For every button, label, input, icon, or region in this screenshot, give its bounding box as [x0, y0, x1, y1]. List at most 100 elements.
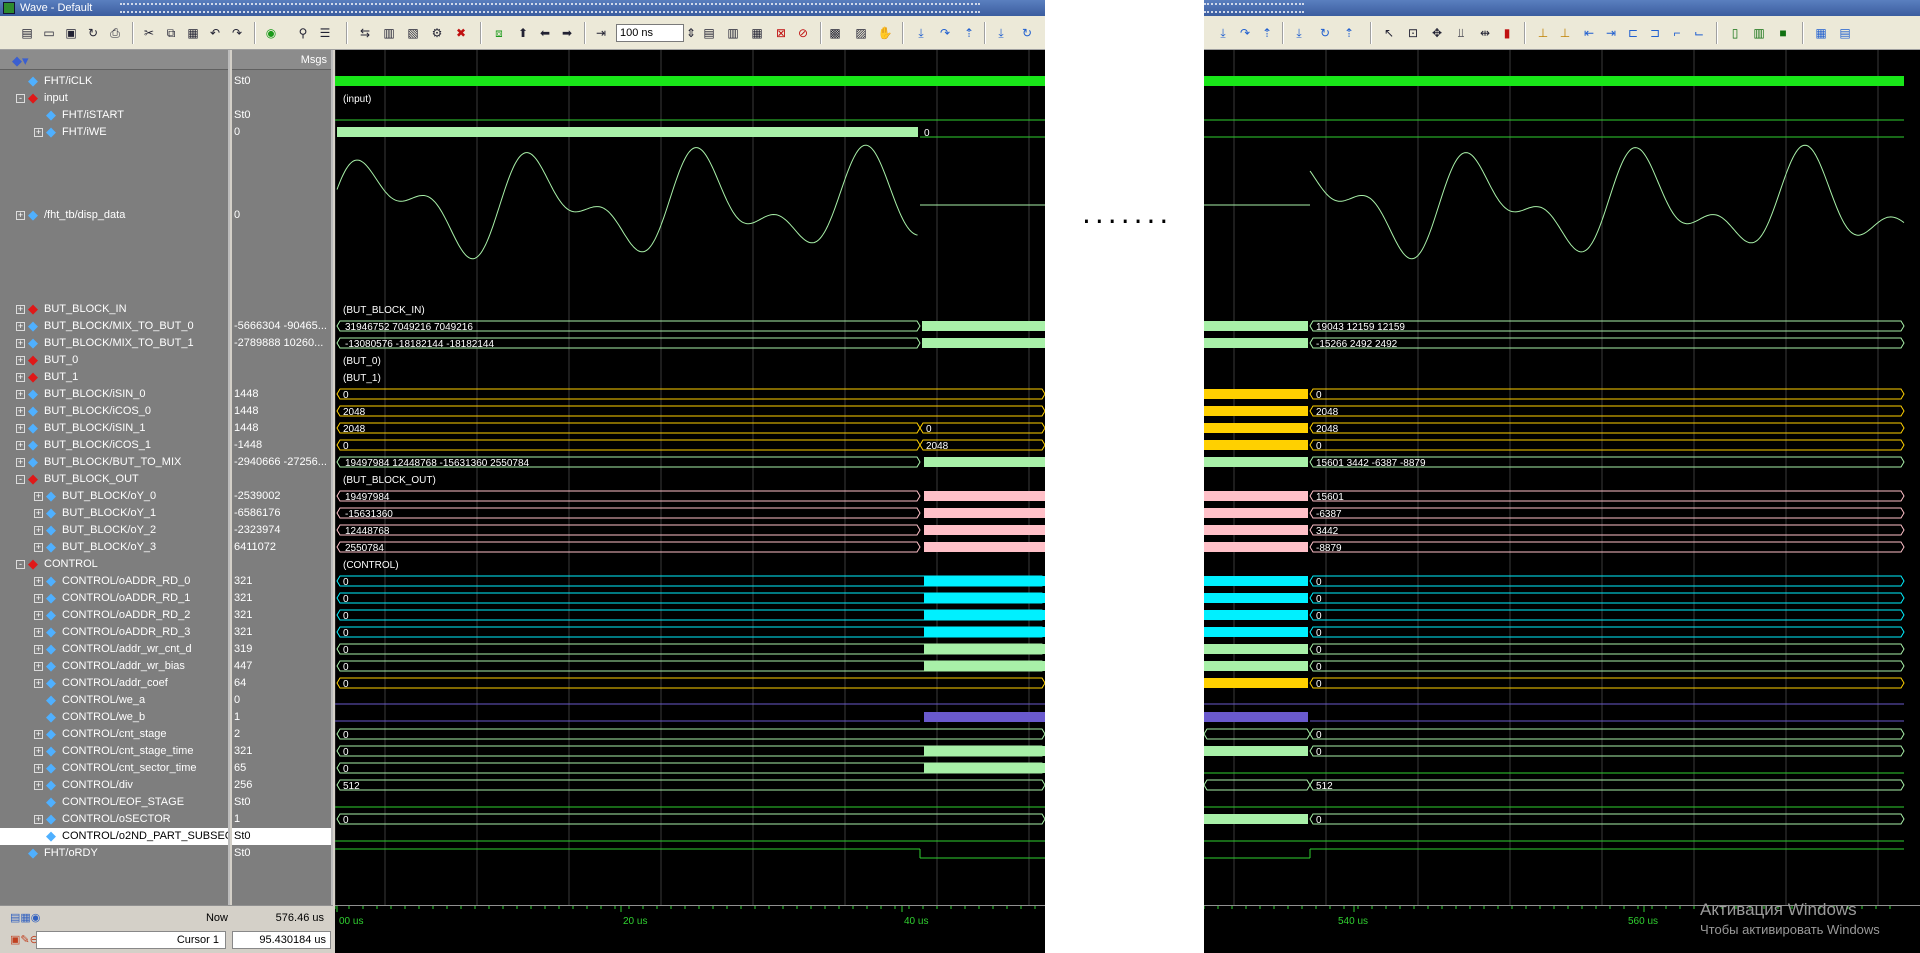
signal-value[interactable]: 321: [232, 607, 331, 624]
expand-icon[interactable]: +: [16, 441, 25, 450]
prev-edge-icon[interactable]: ⇤: [1580, 24, 1598, 42]
expand-icon[interactable]: +: [34, 543, 43, 552]
signal-row[interactable]: ◆ FHT/iSTART: [0, 107, 228, 124]
signal-row[interactable]: + ◆ CONTROL/cnt_stage: [0, 726, 228, 743]
expand-icon[interactable]: +: [34, 815, 43, 824]
signal-value[interactable]: [232, 556, 331, 573]
signal-value[interactable]: -2323974: [232, 522, 331, 539]
signal-value[interactable]: 321: [232, 573, 331, 590]
cursor-label[interactable]: Cursor 1: [36, 931, 226, 949]
coverage-icon[interactable]: ▨: [852, 24, 870, 42]
window-titlebar-right[interactable]: [1204, 0, 1920, 16]
expand-icon[interactable]: +: [16, 322, 25, 331]
expand-icon[interactable]: +: [34, 577, 43, 586]
collapse-icon[interactable]: -: [16, 94, 25, 103]
expand-icon[interactable]: +: [34, 730, 43, 739]
waveform-canvas-right[interactable]: 19043 12159 12159 -15266 2492 2492 0 2048 20…: [1204, 50, 1920, 905]
save-icon[interactable]: ▣: [62, 24, 80, 42]
signal-row[interactable]: - ◆ input: [0, 90, 228, 107]
signal-value[interactable]: 1448: [232, 420, 331, 437]
hand-icon[interactable]: ✋: [876, 24, 894, 42]
signal-row[interactable]: ◆ CONTROL/EOF_STAGE: [0, 794, 228, 811]
signal-row[interactable]: + ◆ CONTROL/cnt_stage_time: [0, 743, 228, 760]
find-prev-edge-icon[interactable]: ⊏: [1624, 24, 1642, 42]
expand-icon[interactable]: +: [34, 781, 43, 790]
signal-value[interactable]: 1: [232, 811, 331, 828]
signal-value[interactable]: 0: [232, 124, 331, 141]
signal-value[interactable]: -2539002: [232, 488, 331, 505]
signal-row[interactable]: + ◆ CONTROL/oADDR_RD_3: [0, 624, 228, 641]
zoom-mode-icon[interactable]: ⊡: [1404, 24, 1422, 42]
wave-menu-icon[interactable]: ◆▾: [12, 53, 29, 69]
signal-row[interactable]: + ◆ CONTROL/cnt_sector_time: [0, 760, 228, 777]
signal-value[interactable]: 321: [232, 743, 331, 760]
wave-view-split-icon[interactable]: ▥: [1750, 24, 1768, 42]
signal-row[interactable]: + ◆ BUT_BLOCK/oY_0: [0, 488, 228, 505]
signal-row[interactable]: ◆ FHT/iCLK: [0, 73, 228, 90]
grid-icon[interactable]: ▦: [1812, 24, 1830, 42]
signal-row[interactable]: - ◆ BUT_BLOCK_OUT: [0, 471, 228, 488]
signal-value[interactable]: -5666304 -90465...: [232, 318, 331, 335]
wave-view-icon[interactable]: ▯: [1726, 24, 1744, 42]
paste-icon[interactable]: ▦: [184, 24, 202, 42]
signal-row[interactable]: ◆ CONTROL/we_a: [0, 692, 228, 709]
profile-icon[interactable]: ▩: [826, 24, 844, 42]
signal-value[interactable]: [232, 301, 331, 318]
signal-value[interactable]: [232, 90, 331, 107]
signal-row[interactable]: + ◆ /fht_tb/disp_data: [0, 207, 228, 224]
signal-value[interactable]: 321: [232, 624, 331, 641]
signal-value[interactable]: St0: [232, 794, 331, 811]
waveform-canvas-left[interactable]: (input) 0 (BUT_BLOCK_IN) 31946752 7049216 7…: [335, 50, 1045, 905]
rising-edge-icon[interactable]: ⌙: [1690, 24, 1708, 42]
redo-icon[interactable]: ↷: [228, 24, 246, 42]
signal-value[interactable]: 6411072: [232, 539, 331, 556]
signal-row[interactable]: + ◆ BUT_1: [0, 369, 228, 386]
step-into-dropdown-icon[interactable]: ⤓: [1290, 24, 1308, 42]
continue-icon[interactable]: ▥: [724, 24, 742, 42]
signal-row[interactable]: + ◆ BUT_BLOCK/iSIN_1: [0, 420, 228, 437]
spinner-icon[interactable]: ⇕: [686, 24, 696, 42]
expand-icon[interactable]: +: [34, 679, 43, 688]
signal-value[interactable]: 1: [232, 709, 331, 726]
expand-icon[interactable]: +: [16, 407, 25, 416]
signal-value[interactable]: -1448: [232, 437, 331, 454]
signal-value[interactable]: St0: [232, 845, 331, 862]
cursor-icons[interactable]: ▣✎⊖: [10, 930, 39, 950]
step-over-icon[interactable]: ↷: [1236, 24, 1254, 42]
step-out-dropdown-icon[interactable]: ⇡: [1340, 24, 1358, 42]
stop-icon[interactable]: ⊘: [794, 24, 812, 42]
signal-value[interactable]: -2940666 -27256...: [232, 454, 331, 471]
arrow-left-icon[interactable]: ⬅: [536, 24, 554, 42]
compare-icon[interactable]: ⇆: [356, 24, 374, 42]
signal-row[interactable]: + ◆ BUT_BLOCK/iCOS_0: [0, 403, 228, 420]
waveform-pane-right[interactable]: 19043 12159 12159 -15266 2492 2492 0 2048 20…: [1204, 50, 1920, 905]
expand-icon[interactable]: +: [16, 390, 25, 399]
cut-icon[interactable]: ✂: [140, 24, 158, 42]
pan-mode-icon[interactable]: ✥: [1428, 24, 1446, 42]
expand-icon[interactable]: +: [16, 356, 25, 365]
signal-value[interactable]: 64: [232, 675, 331, 692]
signal-row[interactable]: + ◆ BUT_0: [0, 352, 228, 369]
zoom-region-icon[interactable]: ⧈: [490, 24, 508, 42]
signal-row[interactable]: + ◆ BUT_BLOCK/iCOS_1: [0, 437, 228, 454]
signal-value[interactable]: St0: [232, 828, 331, 845]
expand-icon[interactable]: +: [34, 509, 43, 518]
compare-run-icon[interactable]: ⚙: [428, 24, 446, 42]
expand-icon[interactable]: +: [34, 594, 43, 603]
expand-icon[interactable]: +: [34, 662, 43, 671]
signal-icon[interactable]: ▮: [1498, 24, 1516, 42]
run-all-icon[interactable]: ▦: [748, 24, 766, 42]
signal-row[interactable]: + ◆ CONTROL/oADDR_RD_2: [0, 607, 228, 624]
signal-value[interactable]: St0: [232, 73, 331, 90]
reload-icon[interactable]: ↻: [84, 24, 102, 42]
step-into-icon[interactable]: ⤓: [1214, 24, 1232, 42]
new-icon[interactable]: ▤: [18, 24, 36, 42]
restart-icon[interactable]: ↻: [1316, 24, 1334, 42]
signal-row[interactable]: + ◆ BUT_BLOCK/oY_3: [0, 539, 228, 556]
signal-value[interactable]: St0: [232, 107, 331, 124]
signal-row[interactable]: + ◆ CONTROL/addr_coef: [0, 675, 228, 692]
print-icon[interactable]: ⎙: [106, 24, 124, 42]
signal-value[interactable]: 0: [232, 692, 331, 709]
expand-icon[interactable]: +: [16, 424, 25, 433]
find-icon[interactable]: ⚲: [294, 24, 312, 42]
